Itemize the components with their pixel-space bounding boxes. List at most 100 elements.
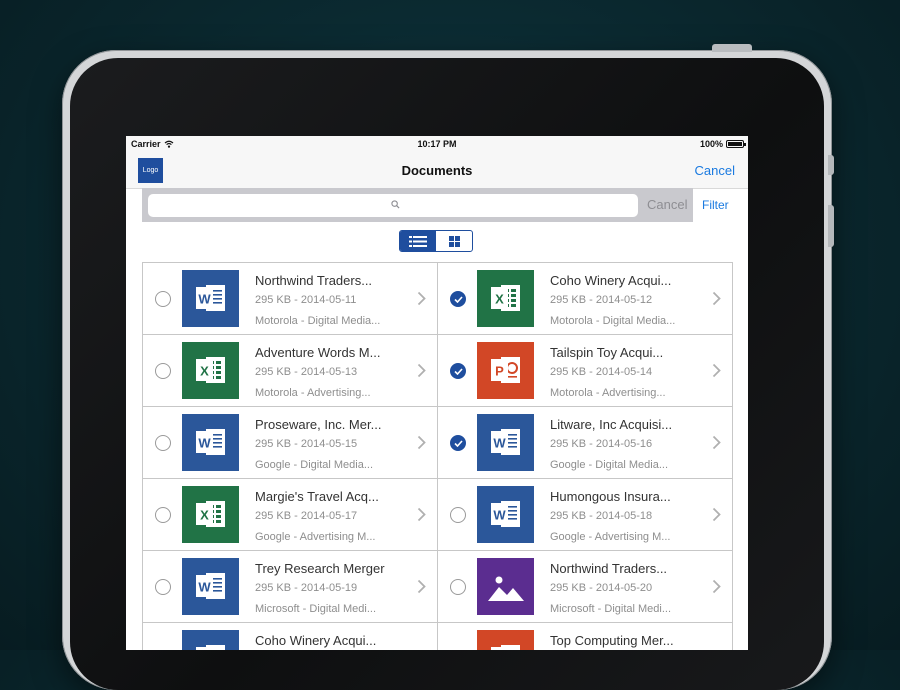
document-name: Coho Winery Acqui... — [550, 273, 672, 288]
document-owner: Google - Advertising M... — [255, 531, 376, 543]
document-name: Proseware, Inc. Mer... — [255, 417, 382, 432]
document-item[interactable]: W Humongous Insura... 295 KB - 2014-05-18 G… — [438, 479, 733, 551]
word-doc-icon: W — [182, 558, 239, 615]
document-item[interactable]: W Proseware, Inc. Mer... 295 KB - 2014-05-… — [143, 407, 438, 479]
document-owner: Google - Digital Media... — [255, 459, 373, 471]
svg-text:W: W — [493, 436, 506, 451]
chevron-right-icon — [712, 291, 721, 306]
chevron-right-icon — [417, 363, 426, 378]
svg-text:W: W — [198, 580, 211, 595]
list-view-icon — [409, 235, 427, 247]
filter-button[interactable]: Filter — [702, 198, 729, 212]
document-name: Trey Research Merger — [255, 561, 385, 576]
chevron-right-icon — [417, 291, 426, 306]
svg-text:P: P — [495, 364, 504, 379]
word-doc-icon: W — [477, 414, 534, 471]
document-name: Tailspin Toy Acqui... — [550, 345, 664, 360]
svg-text:X: X — [200, 364, 209, 379]
view-toggle — [399, 230, 473, 252]
search-cancel-button[interactable]: Cancel — [647, 197, 687, 212]
document-item[interactable]: P Tailspin Toy Acqui... 295 KB - 2014-05-1… — [438, 335, 733, 407]
document-item[interactable]: W Coho Winery Acqui... — [143, 623, 438, 650]
document-item[interactable]: X Coho Winery Acqui... 295 KB - 2014-05-12… — [438, 263, 733, 335]
document-owner: Microsoft - Digital Medi... — [255, 603, 377, 615]
svg-text:W: W — [198, 292, 211, 307]
document-meta: 295 KB - 2014-05-17 — [255, 510, 358, 522]
svg-text:W: W — [493, 508, 506, 523]
list-view-button[interactable] — [400, 231, 436, 251]
document-name: Northwind Traders... — [255, 273, 373, 288]
document-name: Litware, Inc Acquisi... — [550, 417, 673, 432]
document-owner: Motorola - Digital Media... — [550, 315, 676, 327]
document-meta: 295 KB - 2014-05-19 — [255, 582, 358, 594]
document-item[interactable]: W Trey Research Merger 295 KB - 2014-05-19… — [143, 551, 438, 623]
clock: 10:17 PM — [417, 139, 457, 149]
chevron-right-icon — [417, 579, 426, 594]
document-item[interactable]: W Litware, Inc Acquisi... 295 KB - 2014-05… — [438, 407, 733, 479]
chevron-right-icon — [712, 435, 721, 450]
selection-checkbox[interactable] — [155, 291, 171, 307]
document-name: Margie's Travel Acq... — [255, 489, 379, 504]
document-meta: 295 KB - 2014-05-12 — [550, 294, 653, 306]
document-meta: 295 KB - 2014-05-18 — [550, 510, 653, 522]
document-item[interactable]: P Top Computing Mer... — [438, 623, 733, 650]
document-owner: Google - Advertising M... — [550, 531, 671, 543]
chevron-right-icon — [712, 507, 721, 522]
document-owner: Motorola - Advertising... — [255, 387, 371, 399]
document-meta: 295 KB - 2014-05-11 — [255, 294, 357, 306]
excel-doc-icon: X — [182, 486, 239, 543]
document-name: Adventure Words M... — [255, 345, 381, 360]
document-meta: 295 KB - 2014-05-16 — [550, 438, 653, 450]
excel-doc-icon: X — [477, 270, 534, 327]
selection-checkbox[interactable] — [155, 579, 171, 595]
selection-checkbox[interactable] — [450, 435, 466, 451]
battery-group: 100% — [700, 139, 746, 149]
checkmark-icon — [454, 440, 463, 447]
svg-text:X: X — [495, 292, 504, 307]
document-owner: Motorola - Advertising... — [550, 387, 666, 399]
selection-checkbox[interactable] — [155, 363, 171, 379]
document-meta: 295 KB - 2014-05-15 — [255, 438, 358, 450]
word-doc-icon: W — [182, 414, 239, 471]
document-item[interactable]: W Northwind Traders... 295 KB - 2014-05-11… — [143, 263, 438, 335]
svg-text:X: X — [200, 508, 209, 523]
document-name: Coho Winery Acqui... — [255, 633, 377, 648]
cancel-button[interactable]: Cancel — [695, 163, 735, 178]
grid-view-icon — [448, 235, 460, 247]
document-meta: 295 KB - 2014-05-13 — [255, 366, 358, 378]
mute-switch — [828, 155, 834, 175]
document-item[interactable]: Northwind Traders... 295 KB - 2014-05-20 M… — [438, 551, 733, 623]
chevron-right-icon — [417, 507, 426, 522]
word-doc-icon: W — [182, 630, 239, 650]
document-owner: Microsoft - Digital Medi... — [550, 603, 672, 615]
document-owner: Google - Digital Media... — [550, 459, 668, 471]
screen: Carrier 10:17 PM 100% Logo Documents Can… — [126, 136, 748, 650]
powerpoint-doc-icon: P — [477, 630, 534, 650]
document-meta: 295 KB - 2014-05-14 — [550, 366, 653, 378]
search-bar: Cancel — [142, 188, 693, 222]
document-item[interactable]: X Adventure Words M... 295 KB - 2014-05-13… — [143, 335, 438, 407]
chevron-right-icon — [417, 435, 426, 450]
search-icon — [391, 200, 400, 209]
document-name: Humongous Insura... — [550, 489, 671, 504]
document-name: Top Computing Mer... — [550, 633, 674, 648]
document-owner: Motorola - Digital Media... — [255, 315, 381, 327]
selection-checkbox[interactable] — [450, 291, 466, 307]
excel-doc-icon: X — [182, 342, 239, 399]
status-bar: Carrier 10:17 PM 100% — [126, 136, 748, 153]
image-file-icon — [477, 558, 534, 615]
svg-text:W: W — [198, 436, 211, 451]
selection-checkbox[interactable] — [450, 363, 466, 379]
selection-checkbox[interactable] — [155, 507, 171, 523]
battery-icon — [726, 140, 746, 148]
selection-checkbox[interactable] — [155, 435, 171, 451]
chevron-right-icon — [712, 363, 721, 378]
document-item[interactable]: X Margie's Travel Acq... 295 KB - 2014-05-… — [143, 479, 438, 551]
page-title: Documents — [401, 163, 473, 178]
selection-checkbox[interactable] — [450, 507, 466, 523]
powerpoint-doc-icon: P — [477, 342, 534, 399]
document-grid: W Northwind Traders... 295 KB - 2014-05-11… — [142, 262, 733, 650]
volume-up-button — [828, 205, 834, 247]
grid-view-button[interactable] — [436, 231, 472, 251]
selection-checkbox[interactable] — [450, 579, 466, 595]
